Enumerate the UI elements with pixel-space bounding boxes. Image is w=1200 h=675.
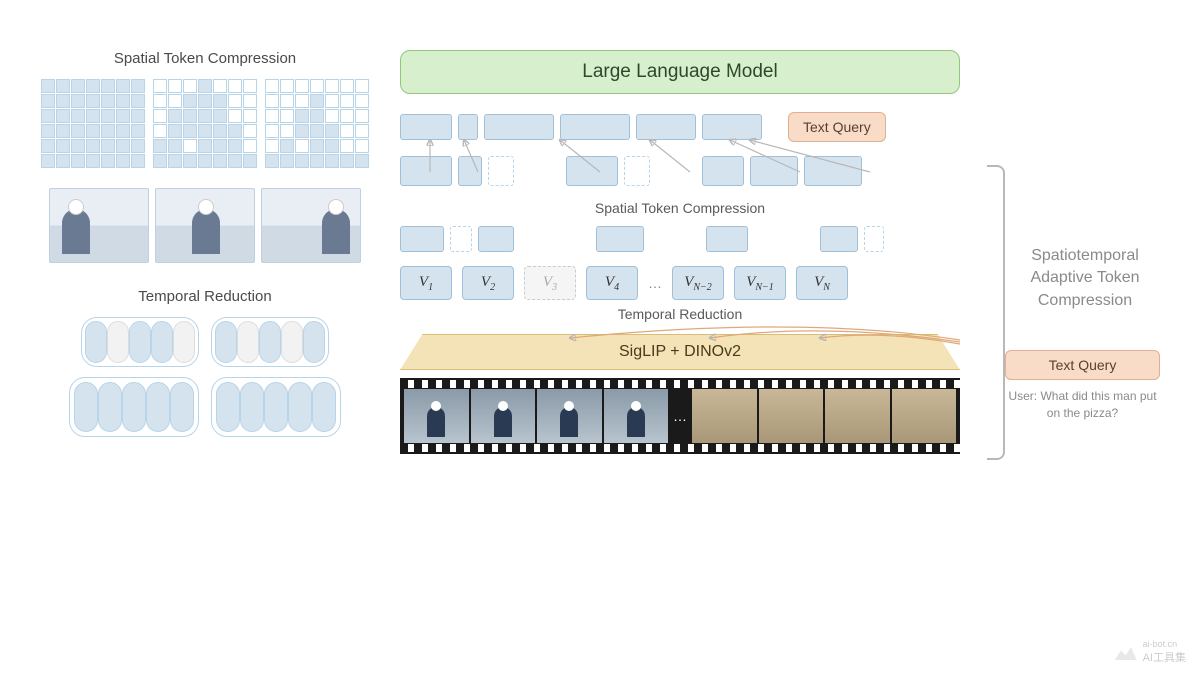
grid-sparse: [265, 79, 369, 168]
token-dropped: [624, 156, 650, 186]
video-frame: [537, 389, 602, 443]
token: [596, 226, 644, 252]
token: [560, 114, 630, 140]
v-token-n: VN: [796, 266, 848, 300]
scene-illustrations: [40, 188, 370, 263]
token-dropped: [864, 226, 884, 252]
spatial-title: Spatial Token Compression: [40, 50, 370, 67]
video-frame: [825, 389, 890, 443]
token: [400, 226, 444, 252]
tab-group-2: [211, 317, 329, 367]
side-label: Spatiotemporal Adaptive Token Compressio…: [1010, 245, 1160, 312]
token: [400, 156, 452, 186]
v-token-4: V4: [586, 266, 638, 300]
video-token-row: V1 V2 V3 V4 … VN−2 VN−1 VN: [400, 266, 960, 300]
token: [706, 226, 748, 252]
token: [478, 226, 514, 252]
token-dropped: [488, 156, 514, 186]
text-query-top: Text Query: [788, 112, 886, 142]
watermark: ai-bot.cn AI工具集: [1115, 639, 1186, 665]
token: [458, 114, 478, 140]
video-frame: [471, 389, 536, 443]
video-frame: [759, 389, 824, 443]
token: [566, 156, 618, 186]
token: [702, 114, 762, 140]
tab-group-3: [69, 377, 199, 437]
video-filmstrip: …: [400, 378, 960, 454]
spatial-row: [400, 156, 960, 186]
v-token-n-2: VN−2: [672, 266, 724, 300]
token: [636, 114, 696, 140]
grid-full: [41, 79, 145, 168]
token: [750, 156, 798, 186]
v-token-1: V1: [400, 266, 452, 300]
video-frame: [892, 389, 957, 443]
spatial-row-2: [400, 226, 960, 252]
v-token-n-1: VN−1: [734, 266, 786, 300]
user-question: User: What did this man put on the pizza…: [1005, 388, 1160, 422]
token: [400, 114, 452, 140]
token: [820, 226, 858, 252]
logo-icon: [1115, 644, 1137, 660]
spatial-grids: [40, 79, 370, 168]
encoder-block: SigLIP + DINOv2: [400, 334, 960, 370]
token: [458, 156, 482, 186]
video-frame: [604, 389, 669, 443]
frame-ellipsis: …: [670, 408, 690, 424]
scene-1: [49, 188, 149, 263]
video-frame: [404, 389, 469, 443]
output-token-row: Text Query: [400, 112, 1170, 142]
temporal-reduction-label: Temporal Reduction: [400, 306, 960, 322]
spatial-compression-label: Spatial Token Compression: [400, 200, 960, 216]
scene-3: [261, 188, 361, 263]
scene-2: [155, 188, 255, 263]
v-token-3-dropped: V3: [524, 266, 576, 300]
tab-group-1: [81, 317, 199, 367]
v-token-2: V2: [462, 266, 514, 300]
text-query-side-box: Text Query: [1005, 350, 1160, 380]
tab-group-4: [211, 377, 341, 437]
ellipsis: …: [648, 275, 662, 291]
token: [702, 156, 744, 186]
token: [484, 114, 554, 140]
grid-mid: [153, 79, 257, 168]
left-column: Spatial Token Compression Temporal Reduc…: [40, 50, 370, 437]
token: [804, 156, 862, 186]
text-query-side: Text Query User: What did this man put o…: [1005, 350, 1160, 422]
temporal-tabs: [40, 317, 370, 437]
llm-block: Large Language Model: [400, 50, 960, 94]
bracket: [987, 165, 1005, 460]
token-dropped: [450, 226, 472, 252]
video-frame: [692, 389, 757, 443]
temporal-title: Temporal Reduction: [40, 288, 370, 305]
